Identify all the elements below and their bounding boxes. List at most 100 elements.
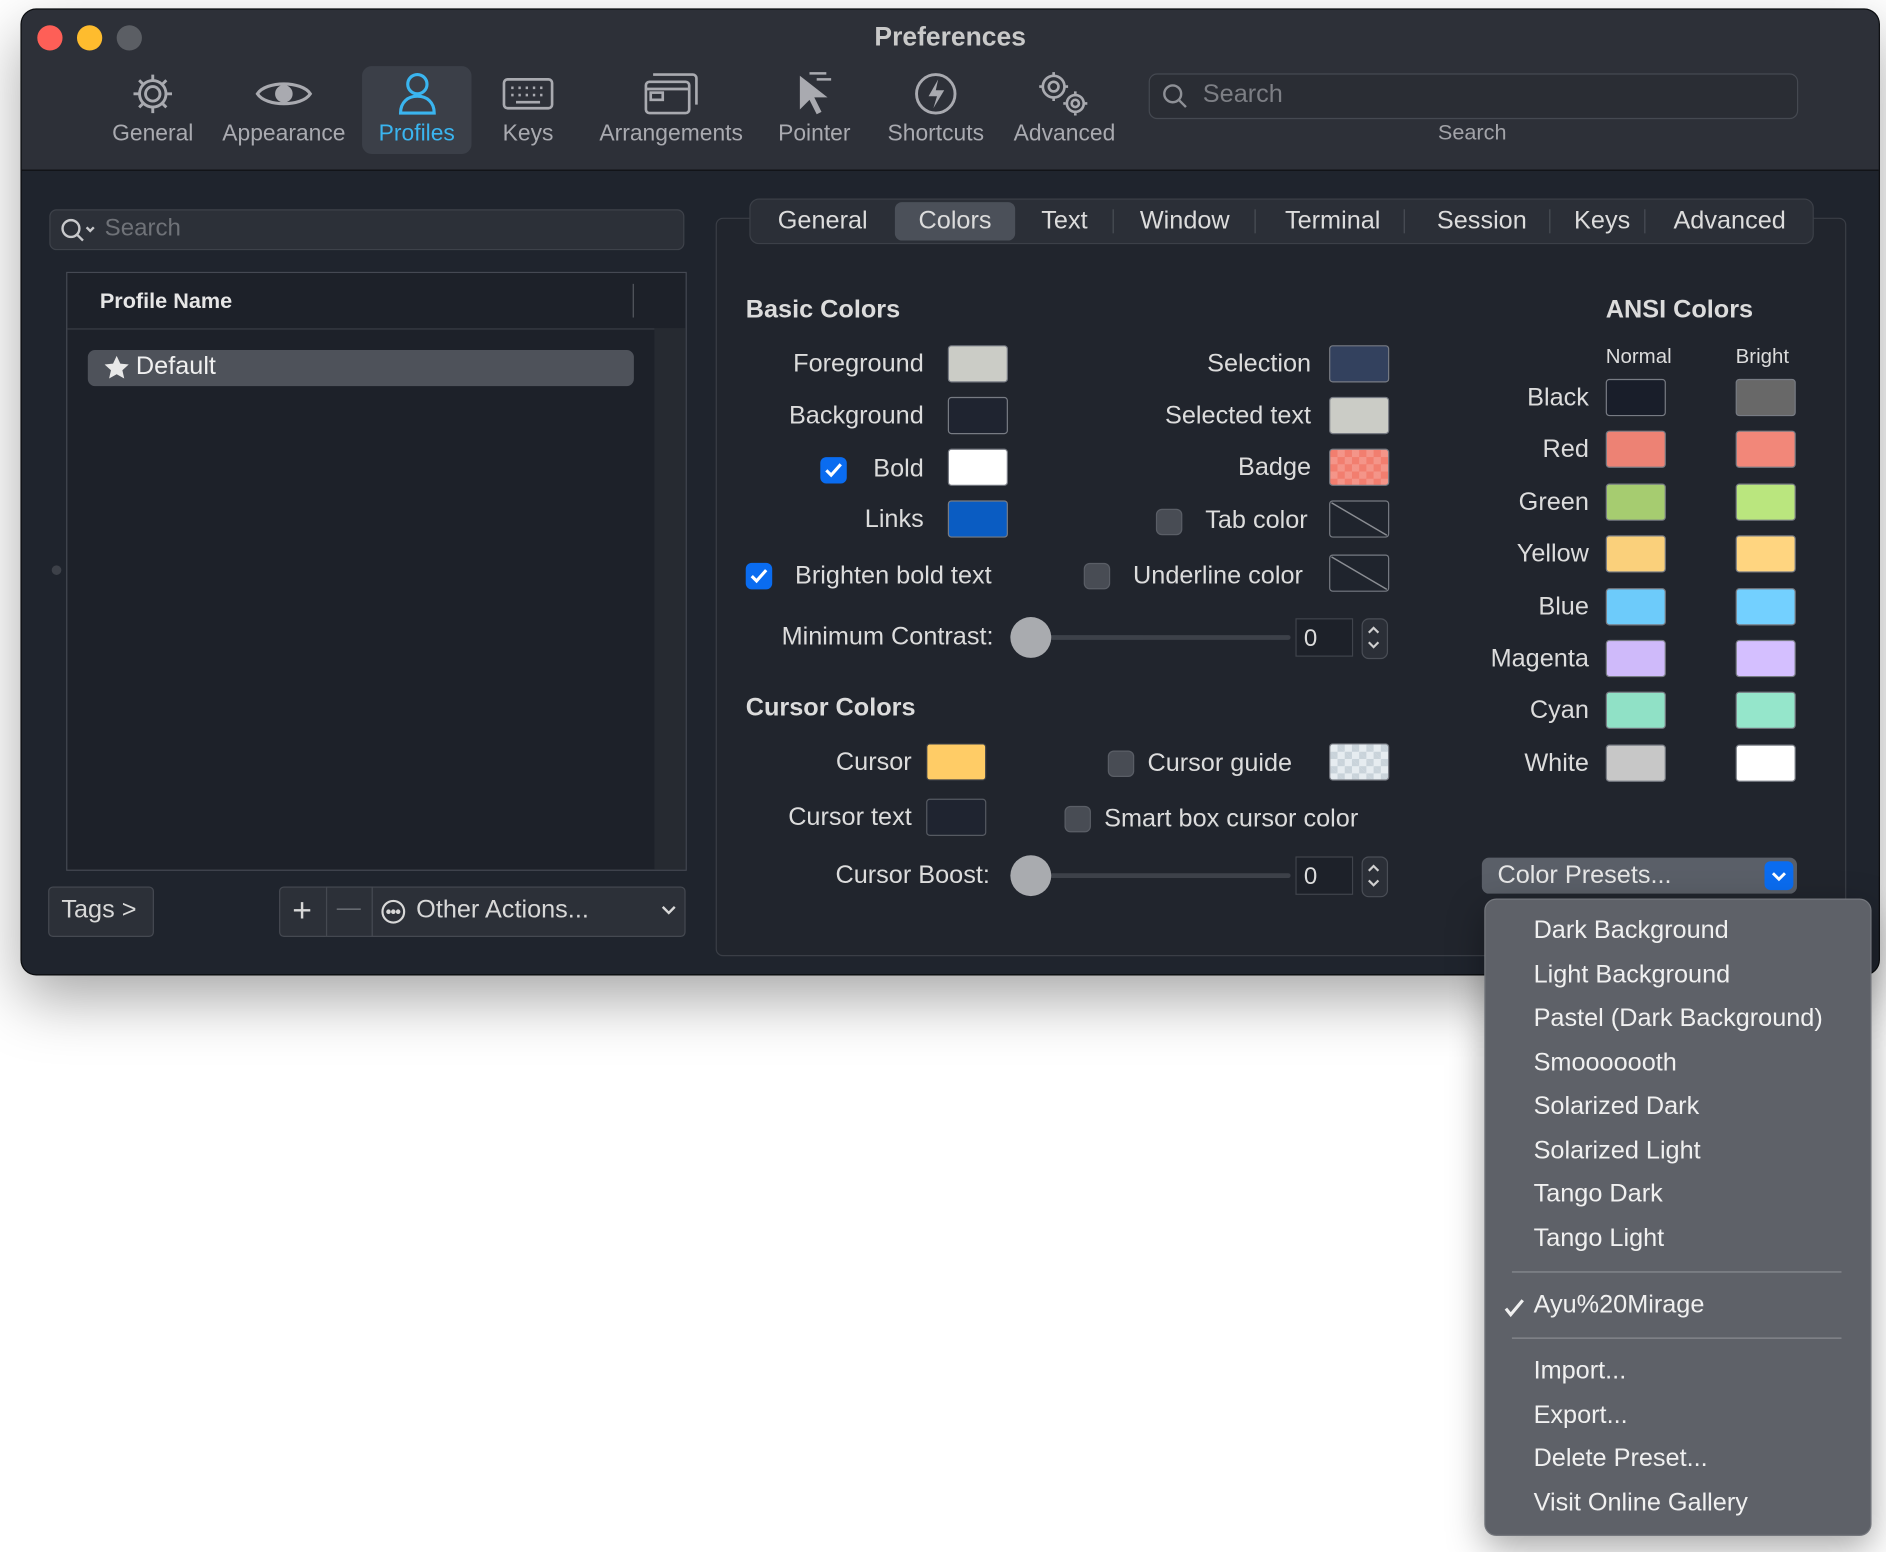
- menu-item-delete-preset[interactable]: Delete Preset...: [1534, 1445, 1708, 1474]
- bold-color-well[interactable]: [947, 448, 1008, 486]
- tab-text[interactable]: Text: [1022, 200, 1106, 243]
- titlebar: Preferences General Appearance Profiles: [21, 9, 1879, 171]
- ansi-cyan-bright-well[interactable]: [1735, 691, 1796, 729]
- min-contrast-stepper[interactable]: [1361, 618, 1389, 660]
- tab-advanced[interactable]: Advanced: [1653, 200, 1807, 243]
- ansi-blue-normal-well[interactable]: [1605, 588, 1666, 626]
- menu-item-solarized-light[interactable]: Solarized Light: [1534, 1137, 1701, 1166]
- menu-item-import[interactable]: Import...: [1534, 1357, 1627, 1386]
- underline-color-checkbox[interactable]: [1083, 562, 1111, 590]
- toolbar-shortcuts[interactable]: Shortcuts: [879, 66, 992, 154]
- menu-item-ayu-mirage[interactable]: Ayu%20Mirage: [1534, 1291, 1705, 1320]
- cursor-boost-stepper[interactable]: [1361, 856, 1389, 898]
- toolbar-profiles[interactable]: Profiles: [362, 66, 472, 154]
- cursor-color-well[interactable]: [926, 743, 987, 781]
- cursor-guide-checkbox[interactable]: [1107, 750, 1135, 778]
- profile-list: Profile Name Default: [66, 271, 687, 871]
- cursor-boost-value[interactable]: 0: [1295, 856, 1354, 895]
- menu-item-smooooooth[interactable]: Smooooooth: [1534, 1049, 1677, 1078]
- underline-color-label: Underline color: [1133, 561, 1303, 590]
- min-contrast-slider[interactable]: [1019, 635, 1291, 640]
- profile-search-placeholder: Search: [104, 215, 181, 242]
- bold-checkbox[interactable]: [820, 457, 847, 484]
- ansi-red-bright-well[interactable]: [1735, 430, 1796, 468]
- ansi-black-normal-well[interactable]: [1605, 378, 1666, 417]
- min-contrast-value[interactable]: 0: [1295, 618, 1354, 657]
- tab-separator: [1112, 209, 1114, 234]
- underline-color-well[interactable]: [1329, 554, 1390, 592]
- ansi-white-normal-well[interactable]: [1605, 744, 1666, 782]
- ansi-black-label: Black: [1527, 383, 1589, 412]
- toolbar-advanced-label: Advanced: [1013, 121, 1116, 147]
- toolbar-general[interactable]: General: [102, 66, 203, 154]
- ansi-green-bright-well[interactable]: [1735, 483, 1796, 521]
- min-contrast-slider-knob[interactable]: [1010, 617, 1052, 658]
- list-item[interactable]: Default: [87, 350, 634, 387]
- smart-box-cursor-checkbox[interactable]: [1064, 805, 1091, 833]
- profile-search-field[interactable]: Search: [49, 209, 685, 251]
- tags-button[interactable]: Tags >: [48, 886, 154, 937]
- tab-color-checkbox[interactable]: [1155, 508, 1183, 536]
- profile-list-scrollbar[interactable]: [654, 328, 686, 870]
- ansi-red-normal-well[interactable]: [1605, 430, 1666, 468]
- ansi-magenta-normal-well[interactable]: [1605, 639, 1666, 678]
- cursor-boost-slider[interactable]: [1019, 873, 1291, 879]
- foreground-color-well[interactable]: [947, 345, 1008, 383]
- sidebar-resize-handle[interactable]: [51, 565, 62, 575]
- menu-item-visit-gallery[interactable]: Visit Online Gallery: [1534, 1489, 1748, 1518]
- menu-item-tango-dark[interactable]: Tango Dark: [1534, 1180, 1663, 1209]
- menu-item-solarized-dark[interactable]: Solarized Dark: [1534, 1092, 1700, 1121]
- tab-keys[interactable]: Keys: [1559, 200, 1646, 243]
- menu-item-pastel-dark[interactable]: Pastel (Dark Background): [1534, 1004, 1823, 1033]
- ansi-yellow-bright-well[interactable]: [1735, 535, 1796, 573]
- window-title: Preferences: [874, 21, 1026, 52]
- menu-item-tango-light[interactable]: Tango Light: [1534, 1224, 1665, 1253]
- menu-item-dark-background[interactable]: Dark Background: [1534, 917, 1729, 946]
- ansi-green-normal-well[interactable]: [1605, 483, 1666, 521]
- toolbar-keys-label: Keys: [502, 121, 554, 147]
- selection-color-well[interactable]: [1329, 345, 1390, 383]
- remove-profile-button[interactable]: —: [325, 886, 373, 937]
- cursor-boost-slider-knob[interactable]: [1010, 855, 1052, 897]
- ansi-white-label: White: [1524, 749, 1589, 778]
- menu-item-export[interactable]: Export...: [1534, 1401, 1628, 1430]
- no-color-icon: [1331, 556, 1388, 590]
- foreground-label: Foreground: [793, 350, 924, 378]
- selected-text-color-well[interactable]: [1329, 396, 1390, 435]
- add-profile-button[interactable]: +: [279, 886, 328, 937]
- tab-general[interactable]: General: [758, 200, 888, 243]
- toolbar-search-field[interactable]: Search: [1148, 73, 1799, 120]
- color-presets-button[interactable]: Color Presets...: [1481, 857, 1797, 894]
- badge-color-well[interactable]: [1329, 448, 1390, 486]
- toolbar-keys[interactable]: Keys: [490, 66, 567, 154]
- other-actions-button[interactable]: Other Actions...: [371, 886, 686, 937]
- tab-colors[interactable]: Colors: [894, 202, 1016, 241]
- search-icon: [61, 218, 95, 242]
- profile-list-header[interactable]: Profile Name: [67, 273, 686, 330]
- cursor-text-color-well[interactable]: [926, 798, 987, 836]
- tab-session[interactable]: Session: [1414, 200, 1549, 243]
- toolbar-pointer[interactable]: Pointer: [771, 66, 858, 154]
- menu-item-light-background[interactable]: Light Background: [1534, 961, 1731, 990]
- background-color-well[interactable]: [947, 396, 1008, 435]
- tab-color-well[interactable]: [1329, 500, 1390, 538]
- cursor-guide-color-well[interactable]: [1329, 743, 1390, 781]
- toolbar-advanced[interactable]: Advanced: [1010, 66, 1118, 154]
- ansi-magenta-bright-well[interactable]: [1735, 639, 1796, 678]
- toolbar-appearance-label: Appearance: [222, 121, 346, 147]
- tab-window[interactable]: Window: [1117, 200, 1252, 243]
- links-color-well[interactable]: [947, 500, 1008, 538]
- person-icon: [362, 66, 471, 121]
- ellipsis-circle-icon: [381, 899, 406, 924]
- ansi-cyan-normal-well[interactable]: [1605, 691, 1666, 729]
- ansi-white-bright-well[interactable]: [1735, 744, 1796, 782]
- tab-terminal[interactable]: Terminal: [1261, 200, 1405, 243]
- toolbar-arrangements[interactable]: Arrangements: [592, 66, 751, 154]
- ansi-black-bright-well[interactable]: [1735, 378, 1796, 417]
- brighten-bold-checkbox[interactable]: [745, 562, 773, 590]
- tags-button-label: Tags >: [61, 896, 137, 924]
- toolbar-appearance[interactable]: Appearance: [214, 66, 354, 154]
- toolbar-pointer-label: Pointer: [778, 121, 851, 147]
- ansi-blue-bright-well[interactable]: [1735, 588, 1796, 626]
- ansi-yellow-normal-well[interactable]: [1605, 535, 1666, 573]
